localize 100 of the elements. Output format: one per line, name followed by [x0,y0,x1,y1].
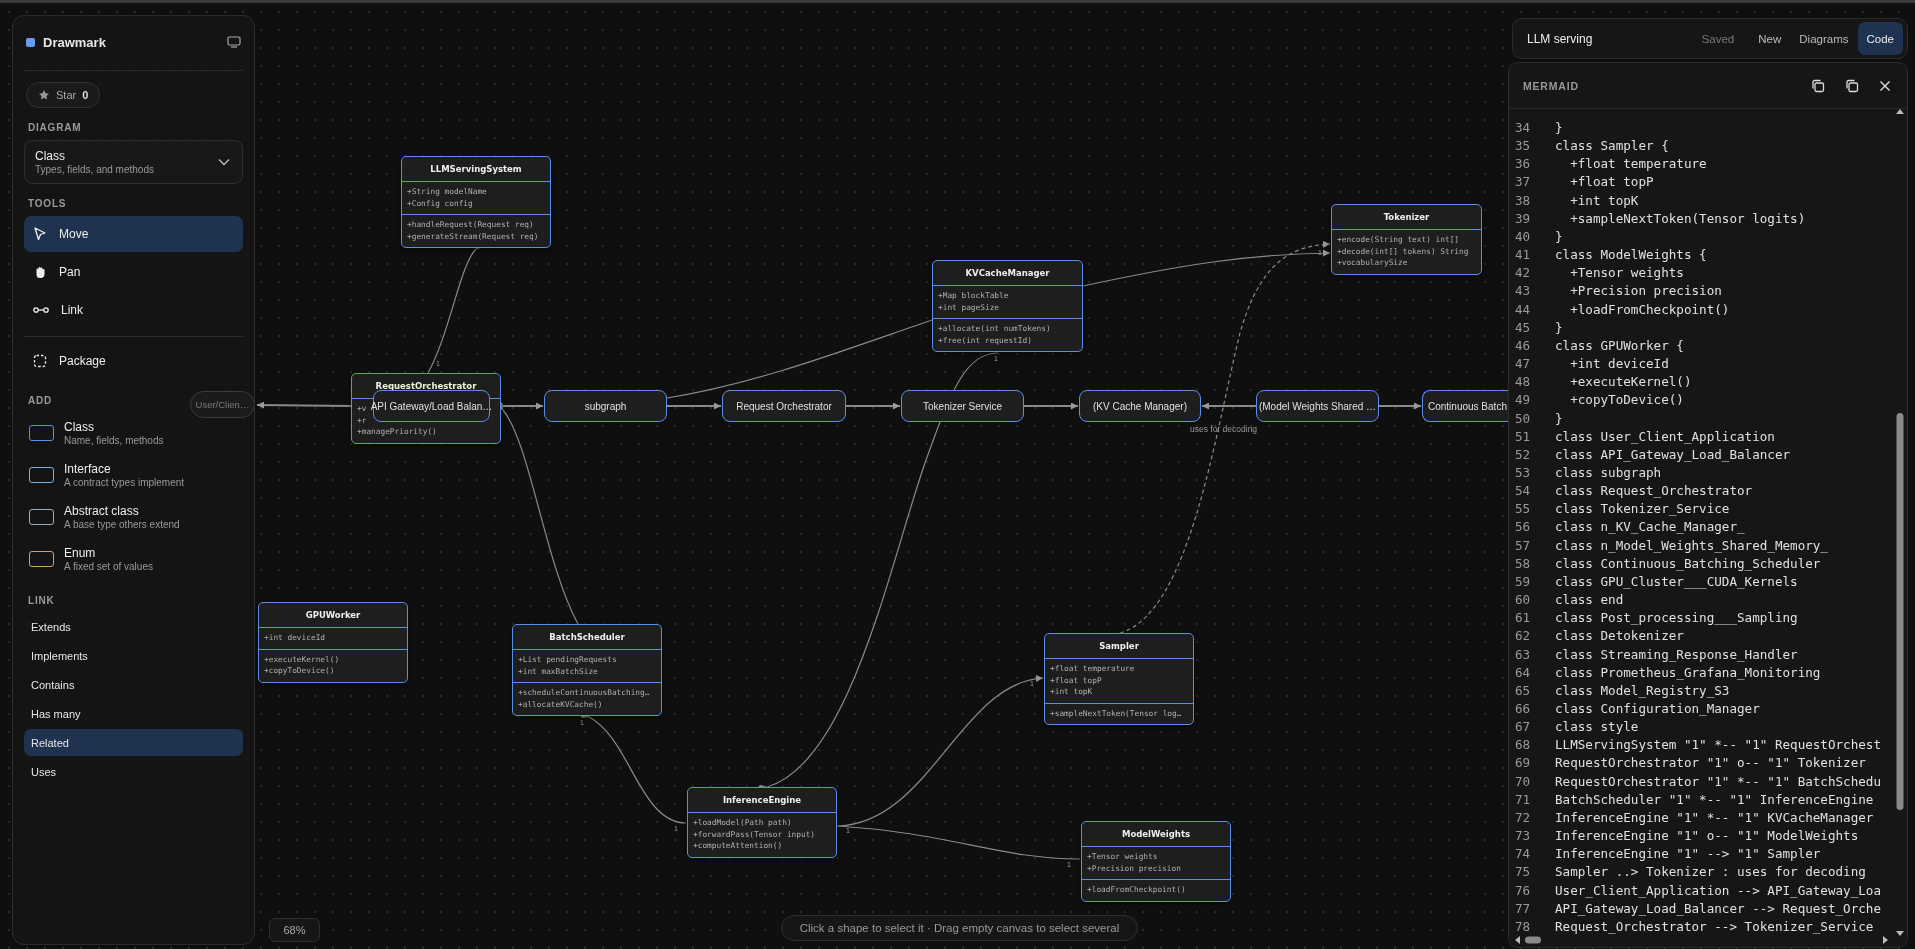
code-line: LLMServingSystem "1" *-- "1" RequestOrchest [1555,736,1882,755]
code-line: class Streaming_Response_Handler [1555,645,1798,664]
line-number: 53 [1514,463,1532,482]
flow-node[interactable]: Continuous Batch [1422,390,1508,422]
code-line: BatchScheduler "1" *-- "1" InferenceEngine [1555,790,1874,809]
line-number: 43 [1514,282,1532,301]
class-name: RequestOrchestrator [374,380,478,393]
line-number: 61 [1514,609,1532,628]
tool-button[interactable]: Move [24,216,243,252]
class-name: ModelWeights [1120,828,1192,841]
link-type-item[interactable]: Implements [24,642,243,669]
code-line: class GPU_Cluster___CUDA_Kernels [1555,572,1798,591]
code-line: class API_Gateway_Load_Balancer [1555,445,1791,464]
flow-arrow [666,402,722,410]
line-number: 39 [1514,209,1532,228]
close-icon[interactable] [1879,79,1891,92]
code-line: +float temperature [1569,155,1707,174]
flow-arrow [845,402,901,410]
code-line: +sampleNextToken(Tensor logits) [1569,209,1806,228]
cursor-icon [33,227,47,241]
nav-tab[interactable]: New [1749,22,1791,55]
package-button[interactable]: Package [24,343,243,379]
flow-node[interactable]: subgraph [544,390,667,422]
link-type-item[interactable]: Extends [24,613,243,640]
line-number: 46 [1514,336,1532,355]
code-line: API_Gateway_Load_Balancer --> Request_Orche [1555,899,1882,918]
line-number: 69 [1514,754,1532,773]
code-line: class Request_Orchestrator [1555,482,1753,501]
line-number: 52 [1514,445,1532,464]
link-type-item[interactable]: Contains [24,671,243,698]
line-number: 70 [1514,772,1532,791]
line-number: 78 [1514,917,1532,936]
dashed-square-icon [33,354,47,368]
code-line: } [1555,227,1563,246]
link-type-item[interactable]: Uses [24,758,243,785]
line-number: 58 [1514,554,1532,573]
code-line: class Sampler { [1555,137,1669,156]
monitor-icon[interactable] [227,36,241,48]
class-name: BatchScheduler [548,631,626,644]
line-number: 48 [1514,373,1532,392]
flow-node[interactable]: User/Clien… [190,391,255,418]
nav-tab[interactable]: Diagrams [1790,22,1858,55]
logo-icon [26,37,35,47]
line-number: 73 [1514,827,1532,846]
shape-item[interactable]: Enum A fixed set of values [24,539,243,579]
code-line: InferenceEngine "1" o-- "1" ModelWeights [1555,827,1859,846]
section-heading: ADD [27,394,54,408]
line-number: 65 [1514,681,1532,700]
document-title[interactable]: LLM serving [1527,31,1702,46]
star-button[interactable]: Star 0 [26,82,101,108]
line-number: 63 [1514,645,1532,664]
tool-button[interactable]: Link [24,292,243,328]
shape-item[interactable]: Abstract class A base type others extend [24,497,243,537]
nav-tab[interactable]: Code [1857,22,1903,55]
line-number: 56 [1514,518,1532,537]
flow-node[interactable]: Request Orchestrator [722,390,846,422]
code-line: RequestOrchestrator "1" *-- "1" BatchSchedu [1555,772,1882,791]
copy-icon[interactable] [1845,78,1859,93]
panel-title: MERMAID [1523,79,1580,92]
code-line: class Configuration_Manager [1555,700,1760,718]
line-number: 40 [1514,227,1532,246]
line-number: 71 [1514,790,1532,809]
code-line: +executeKernel() [1569,373,1692,392]
link-type-item[interactable]: Has many [24,700,243,727]
line-number: 50 [1514,409,1532,428]
class-name: GPUWorker [304,609,362,622]
line-number: 67 [1514,718,1532,737]
line-number: 47 [1514,355,1532,374]
code-line: class ModelWeights { [1555,246,1707,265]
flow-node[interactable]: (KV Cache Manager) [1079,390,1201,422]
code-line: +copyToDevice() [1569,391,1684,410]
zoom-level[interactable]: 68% [269,918,320,942]
code-line: InferenceEngine "1" --> "1" Sampler [1555,845,1821,864]
code-line: class style [1555,718,1639,737]
class-name: InferenceEngine [721,794,803,807]
line-number: 44 [1514,300,1532,319]
flow-node[interactable]: Tokenizer Service [901,390,1024,422]
save-status: Saved [1701,32,1735,45]
code-line: class Prometheus_Grafana_Monitoring [1555,663,1821,682]
code-line: Request_Orchestrator --> Tokenizer_Service [1555,917,1874,936]
copy-icon[interactable] [1811,78,1825,93]
hint-bar: Click a shape to select it · Drag empty canvas to select several [781,915,1138,941]
line-number: 34 [1514,119,1532,137]
line-number: 54 [1514,482,1532,501]
line-number: 36 [1514,155,1532,174]
tool-button[interactable]: Pan [24,254,243,290]
line-number: 66 [1514,700,1532,718]
link-type-item[interactable]: Related [24,729,243,756]
code-line: } [1555,409,1563,428]
section-heading: LINK [27,594,56,608]
code-line: +float topP [1569,173,1654,192]
code-line: class n_KV_Cache_Manager_ [1555,518,1745,537]
flow-node[interactable]: (Model Weights Shared … [1256,390,1379,422]
line-number: 76 [1514,881,1532,900]
code-line: InferenceEngine "1" *-- "1" KVCacheManager [1555,808,1874,827]
line-number: 55 [1514,500,1532,519]
diagram-type-dropdown[interactable]: Class Types, fields, and methods [24,140,243,184]
code-line: } [1555,318,1563,337]
line-number: 49 [1514,391,1532,410]
shape-item[interactable]: Interface A contract types implement [24,455,243,495]
